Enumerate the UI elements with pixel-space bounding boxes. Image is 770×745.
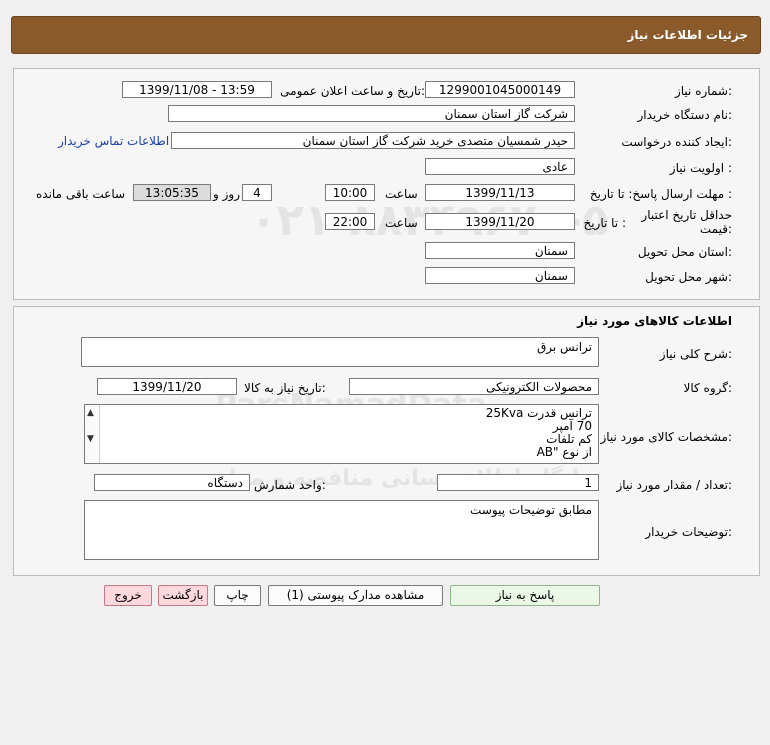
spec-line: کم تلفات [546, 432, 592, 446]
need-date-field: 1399/11/20 [97, 378, 237, 395]
unit-field: دستگاه [94, 474, 250, 491]
print-button[interactable]: چاپ [214, 585, 261, 606]
price-time-label: ساعت [385, 216, 418, 230]
reply-time-label: ساعت [385, 187, 418, 201]
unit-label: واحد شمارش: [254, 478, 326, 492]
priority-label: اولویت نیاز : [669, 161, 732, 175]
city-field: سمنان [425, 267, 575, 284]
spec-line: ترانس قدرت 25Kva [485, 406, 592, 420]
reply-deadline-label: مهلت ارسال پاسخ: تا تاریخ : [589, 187, 732, 201]
remaining-label: ساعت باقی مانده [36, 187, 126, 201]
province-label: استان محل تحویل: [637, 245, 732, 259]
remaining-time-field: 13:05:35 [133, 184, 211, 201]
buyer-notes-label: توضیحات خریدار: [645, 525, 732, 539]
chevron-up-icon[interactable]: ▲ [87, 407, 94, 420]
group-field: محصولات الکترونیکی [349, 378, 599, 395]
view-attachments-button[interactable]: مشاهده مدارک پیوستی (1) [268, 585, 443, 606]
buyer-org-field: شرکت گاز استان سمنان [168, 105, 575, 122]
specs-field[interactable]: ▲ ▼ ترانس قدرت 25Kva 70 آمپر کم تلفات از… [84, 404, 599, 464]
reply-button[interactable]: پاسخ به نیاز [450, 585, 600, 606]
buyer-contact-link[interactable]: اطلاعات تماس خریدار [58, 134, 169, 148]
page-title: جزئیات اطلاعات نیاز [627, 28, 748, 42]
province-field: سمنان [425, 242, 575, 259]
price-date-field: 1399/11/20 [425, 213, 575, 230]
summary-field: ترانس برق [81, 337, 599, 367]
specs-label: مشخصات کالای مورد نیاز: [600, 430, 732, 444]
goods-section-title: اطلاعات کالاهای مورد نیاز [577, 314, 732, 328]
page-header: جزئیات اطلاعات نیاز [11, 16, 761, 54]
summary-label: شرح کلی نیاز: [659, 347, 732, 361]
buyer-org-label: نام دستگاه خریدار: [637, 108, 733, 122]
days-label: روز و [213, 187, 240, 201]
spec-line: از نوع "AB [536, 445, 592, 459]
creator-label: ایجاد کننده درخواست: [621, 135, 732, 149]
buyer-notes-field: مطابق توضیحات پیوست [84, 500, 599, 560]
price-validity-label: حداقل تاریخ اعتبار قیمت: [641, 208, 732, 236]
priority-field: عادی [425, 158, 575, 175]
need-date-label: تاریخ نیاز به کالا: [244, 381, 326, 395]
exit-button[interactable]: خروج [104, 585, 152, 606]
announce-field: 1399/11/08 - 13:59 [122, 81, 272, 98]
chevron-down-icon[interactable]: ▼ [87, 433, 94, 446]
city-label: شهر محل تحویل: [645, 270, 732, 284]
need-number-label: شماره نیاز: [674, 84, 732, 98]
price-until-label: تا تاریخ : [583, 216, 626, 230]
days-field: 4 [242, 184, 272, 201]
spec-line: 70 آمپر [552, 419, 592, 433]
qty-field: 1 [437, 474, 599, 491]
back-button[interactable]: بازگشت [158, 585, 208, 606]
reply-date-field: 1399/11/13 [425, 184, 575, 201]
price-time-field: 22:00 [325, 213, 375, 230]
qty-label: تعداد / مقدار مورد نیاز: [616, 478, 732, 492]
specs-scrollbar[interactable]: ▲ ▼ [85, 405, 100, 463]
group-label: گروه کالا: [683, 381, 733, 395]
reply-time-field: 10:00 [325, 184, 375, 201]
need-number-field: 1299001045000149 [425, 81, 575, 98]
announce-label: تاریخ و ساعت اعلان عمومی: [280, 84, 425, 98]
creator-field: حیدر شمسیان متصدی خرید شرکت گاز استان سم… [171, 132, 575, 149]
need-info-panel [13, 68, 760, 300]
